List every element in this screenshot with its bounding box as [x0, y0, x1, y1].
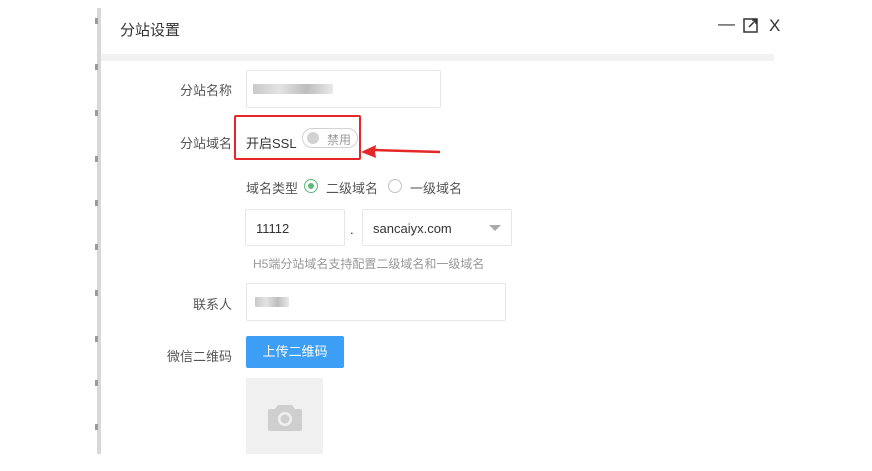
contact-value-redacted	[255, 297, 289, 307]
titlebar-separator	[101, 54, 774, 61]
upload-qr-button[interactable]: 上传二维码	[246, 336, 344, 368]
qr-image-placeholder[interactable]	[246, 378, 323, 454]
radio-first-level[interactable]	[388, 179, 402, 193]
root-domain-select[interactable]: sancaiyx.com	[362, 209, 512, 246]
domain-type-label: 域名类型	[246, 181, 299, 196]
annotation-arrow-icon	[361, 145, 441, 158]
ssl-toggle[interactable]: 禁用	[302, 128, 358, 148]
subdomain-value: 11112	[256, 221, 290, 236]
dialog-title: 分站设置	[120, 22, 181, 39]
ssl-label: 开启SSL	[246, 136, 297, 151]
site-name-label: 分站名称	[179, 83, 232, 98]
wechat-qr-label: 微信二维码	[166, 349, 232, 364]
dialog-titlebar: 分站设置 — X	[101, 0, 780, 54]
subdomain-input[interactable]: 11112	[245, 209, 345, 246]
contact-label: 联系人	[192, 297, 232, 312]
chevron-down-icon	[489, 225, 501, 231]
domain-dot: .	[350, 222, 354, 237]
site-name-value-redacted	[253, 84, 333, 94]
minimize-icon[interactable]: —	[718, 12, 735, 36]
maximize-icon[interactable]	[743, 16, 758, 33]
radio-second-level-label: 二级域名	[326, 181, 379, 196]
root-domain-value: sancaiyx.com	[373, 221, 452, 236]
site-domain-label: 分站域名	[179, 136, 232, 151]
toggle-knob	[307, 132, 319, 144]
contact-input[interactable]	[246, 283, 506, 321]
domain-hint: H5端分站域名支持配置二级域名和一级域名	[253, 257, 485, 271]
camera-icon	[268, 405, 302, 431]
close-icon[interactable]: X	[769, 14, 780, 38]
ssl-toggle-text: 禁用	[327, 133, 352, 147]
radio-first-level-label: 一级域名	[410, 181, 463, 196]
site-name-input[interactable]	[246, 70, 441, 108]
radio-second-level[interactable]	[304, 179, 318, 193]
